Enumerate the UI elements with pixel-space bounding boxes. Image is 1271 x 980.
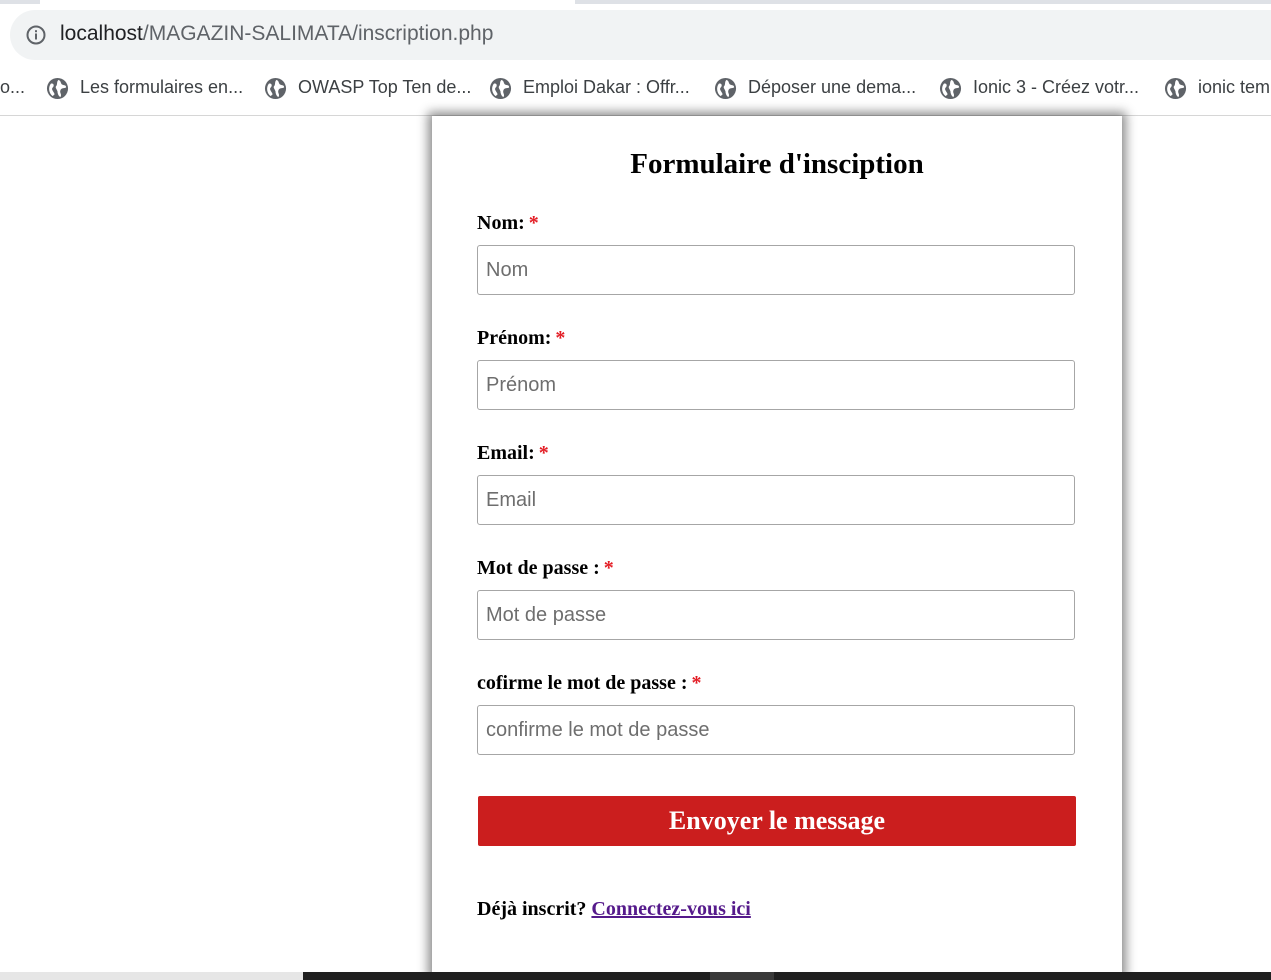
confirm-password-input[interactable]	[477, 705, 1075, 755]
address-bar[interactable]: localhost/MAGAZIN-SALIMATA/inscription.p…	[10, 10, 1271, 60]
required-mark: *	[538, 442, 549, 464]
required-mark: *	[603, 557, 614, 579]
globe-icon	[939, 77, 962, 100]
globe-icon	[46, 77, 69, 100]
confirm-password-label: cofirme le mot de passe : *	[477, 672, 702, 695]
submit-button[interactable]: Envoyer le message	[478, 796, 1076, 846]
bookmark-label: ionic tem	[1198, 77, 1271, 97]
nom-input[interactable]	[477, 245, 1075, 295]
form-title: Formulaire d'insciption	[630, 148, 924, 180]
signup-form-card: Formulaire d'insciption Nom:* Prénom:* E…	[432, 116, 1122, 976]
globe-icon	[489, 77, 512, 100]
password-label-text: Mot de passe :	[477, 557, 600, 579]
nom-label: Nom: *	[477, 212, 539, 235]
taskbar-strip	[0, 972, 1271, 980]
bookmark-label: Les formulaires en...	[80, 77, 244, 97]
required-mark: *	[555, 327, 566, 349]
email-label: Email: *	[477, 442, 549, 465]
globe-icon	[264, 77, 287, 100]
already-registered-text: Déjà inscrit?	[477, 898, 587, 920]
email-label-text: Email:	[477, 442, 535, 464]
bookmark-label: Déposer une dema...	[748, 77, 917, 97]
password-label: Mot de passe : *	[477, 557, 614, 580]
bookmark-label: Emploi Dakar : Offr...	[523, 77, 690, 97]
confirm-password-label-text: cofirme le mot de passe :	[477, 672, 688, 694]
required-mark: *	[528, 212, 539, 234]
url-path: /MAGAZIN-SALIMATA/inscription.php	[142, 22, 494, 45]
email-input[interactable]	[477, 475, 1075, 525]
taskbar-segment	[710, 972, 774, 980]
prenom-input[interactable]	[477, 360, 1075, 410]
url-host: localhost	[60, 22, 143, 45]
login-prompt: Déjà inscrit? Connectez-vous ici	[477, 898, 751, 921]
prenom-label: Prénom: *	[477, 327, 565, 350]
prenom-label-text: Prénom:	[477, 327, 552, 349]
globe-icon	[1164, 77, 1187, 100]
tab-strip	[0, 0, 1271, 4]
login-link[interactable]: Connectez-vous ici	[591, 898, 750, 920]
bookmark-label: Ionic 3 - Créez votr...	[973, 77, 1140, 97]
nom-label-text: Nom:	[477, 212, 525, 234]
required-mark: *	[691, 672, 702, 694]
taskbar-segment	[0, 972, 303, 980]
password-input[interactable]	[477, 590, 1075, 640]
info-icon[interactable]	[26, 25, 46, 45]
active-tab-edge	[40, 0, 575, 4]
bookmarks-bar: o... Les formulaires en... OWASP Top Ten…	[0, 64, 1271, 116]
bookmark-label: OWASP Top Ten de...	[298, 77, 472, 97]
url-text[interactable]: localhost/MAGAZIN-SALIMATA/inscription.p…	[60, 22, 493, 46]
bookmark-label: o...	[0, 77, 26, 97]
globe-icon	[714, 77, 737, 100]
